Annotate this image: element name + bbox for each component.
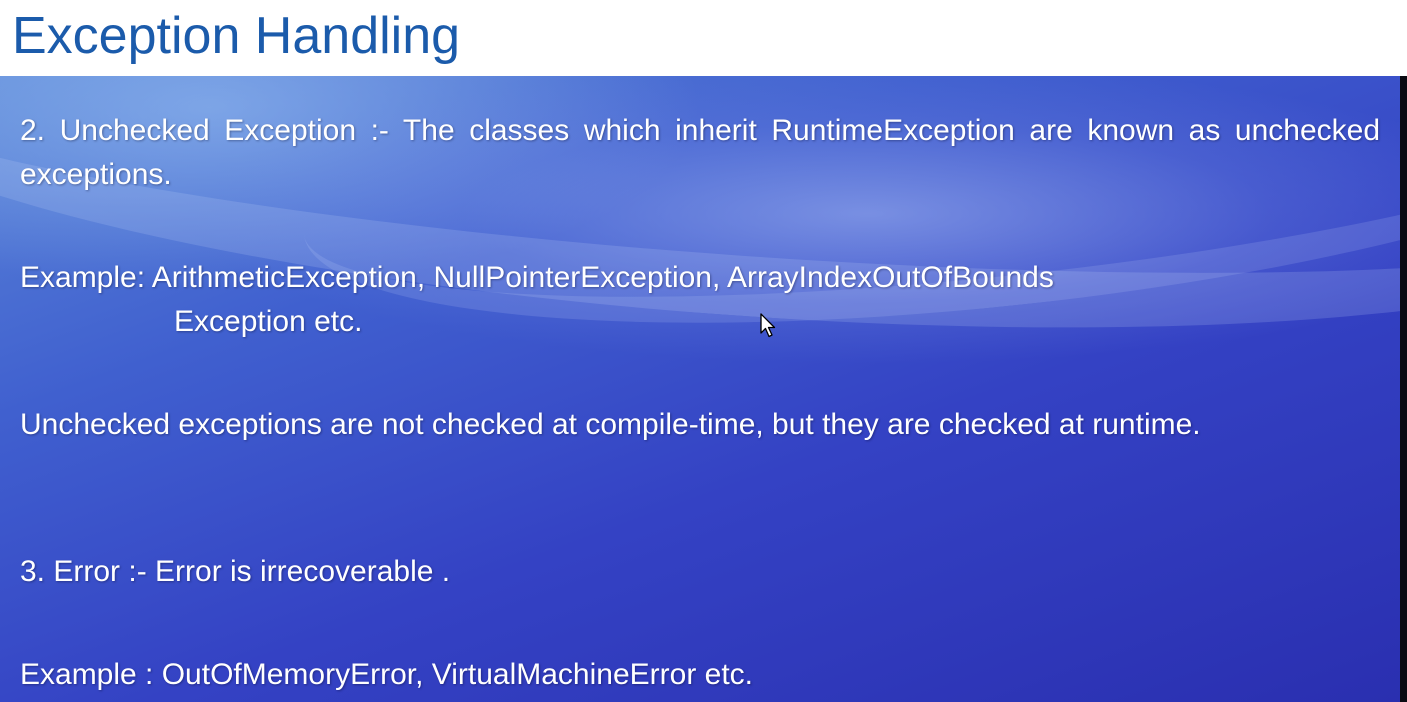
unchecked-example-line2: Exception etc. — [174, 305, 363, 338]
title-bar: Exception Handling — [0, 0, 1407, 76]
window-edge — [1400, 76, 1407, 702]
slide-title: Exception Handling — [12, 7, 461, 65]
error-definition: 3. Error :- Error is irrecoverable . — [20, 555, 451, 588]
unchecked-exception-note: Unchecked exceptions are not checked at … — [20, 408, 1201, 441]
error-example: Example : OutOfMemoryError, VirtualMachi… — [20, 658, 754, 691]
unchecked-exception-definition: 2. Unchecked Exception :- The classes wh… — [20, 114, 1380, 191]
mouse-pointer-icon — [760, 313, 776, 338]
unchecked-example-line1: Example: ArithmeticException, NullPointe… — [20, 261, 1054, 294]
slide-content-area: 2. Unchecked Exception :- The classes wh… — [0, 76, 1400, 702]
unchecked-exception-example: Example: ArithmeticException, NullPointe… — [20, 256, 1054, 344]
